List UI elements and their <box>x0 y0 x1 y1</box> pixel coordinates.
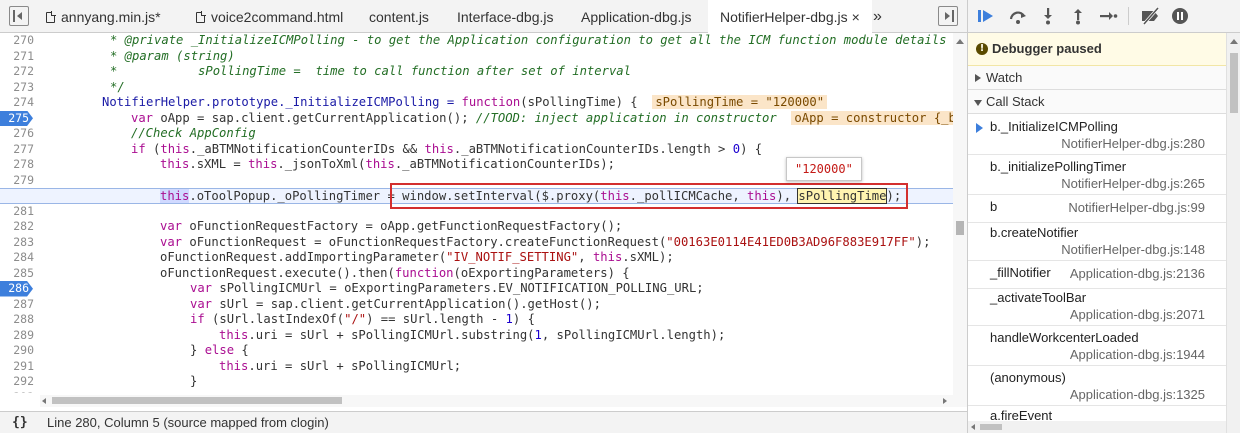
code-line-282: var oFunctionRequestFactory = oApp.getFu… <box>160 219 623 233</box>
call-frame[interactable]: (anonymous) Application-dbg.js:1325 <box>968 366 1226 406</box>
toggle-debugger-icon[interactable] <box>938 6 958 26</box>
code-line-292: } <box>190 374 198 388</box>
watch-section-header[interactable]: Watch <box>968 66 1226 90</box>
collapse-triangle-icon <box>974 100 982 106</box>
tab-application-dbg[interactable]: Application-dbg.js <box>581 0 692 33</box>
step-into-icon[interactable] <box>1038 7 1058 25</box>
code-line-272: * sPollingTime = time to call function a… <box>110 64 631 78</box>
info-icon: ! <box>976 43 988 55</box>
tab-voice2command[interactable]: voice2command.html <box>196 0 343 33</box>
callstack-horizontal-scrollbar[interactable] <box>968 421 1226 433</box>
debugger-sidebar: ! Debugger paused Watch Call Stack b._In… <box>967 0 1240 433</box>
call-frame[interactable]: b._InitializeICMPolling NotifierHelper-d… <box>968 115 1226 155</box>
scroll-up-icon[interactable] <box>956 39 964 44</box>
file-icon <box>46 11 56 23</box>
code-line-286: var sPollingICMUrl = oExportingParameter… <box>190 281 704 295</box>
code-line-271: * @param (string) <box>110 48 235 63</box>
tab-notifierhelper-dbg[interactable]: NotifierHelper-dbg.js × <box>708 0 872 34</box>
more-tabs-icon[interactable]: » <box>873 0 882 33</box>
editor-horizontal-scrollbar[interactable] <box>40 395 953 407</box>
step-out-icon[interactable] <box>1068 7 1088 25</box>
step-over-icon[interactable] <box>1008 7 1028 25</box>
file-icon <box>196 11 206 23</box>
current-frame-arrow-icon <box>976 123 983 133</box>
code-line-278: this.sXML = this._jsonToXml(this._aBTMNo… <box>160 157 615 171</box>
code-line-276: //Check AppConfig <box>131 126 256 140</box>
code-line-284: oFunctionRequest.addImportingParameter("… <box>160 250 674 264</box>
scroll-thumb[interactable] <box>52 397 342 404</box>
tab-annyang[interactable]: annyang.min.js* <box>46 0 161 33</box>
code-line-277: if (this._aBTMNotificationCounterIDs && … <box>131 141 763 156</box>
code-line-288: if (sUrl.lastIndexOf("/") == sUrl.length… <box>190 312 535 326</box>
call-frame[interactable]: b._initializePollingTimer NotifierHelper… <box>968 155 1226 195</box>
code-line-287: var sUrl = sap.client.getCurrentApplicat… <box>190 296 601 311</box>
code-line-270: * @private _InitializeICMPolling - to ge… <box>110 33 962 47</box>
editor-tab-bar: annyang.min.js* voice2command.html conte… <box>0 0 967 34</box>
code-line-290: } else { <box>190 343 249 357</box>
call-frame[interactable]: a.fireEvent <box>968 406 1226 422</box>
call-frame[interactable]: b.createNotifier NotifierHelper-dbg.js:1… <box>968 221 1226 261</box>
tab-content-js[interactable]: content.js <box>369 0 429 33</box>
tab-interface-dbg[interactable]: Interface-dbg.js <box>457 0 554 33</box>
editor-vertical-scrollbar[interactable] <box>953 33 967 407</box>
code-line-283: var oFunctionRequest = oFunctionRequestF… <box>160 234 931 249</box>
debugger-paused-banner: ! Debugger paused <box>968 33 1226 66</box>
inline-value-oapp: oApp = constructor {_bu <box>791 110 967 125</box>
expand-triangle-icon <box>975 74 981 82</box>
scroll-left-icon[interactable] <box>42 398 46 404</box>
toolbar-divider <box>1128 7 1129 25</box>
code-line-289: this.uri = sUrl + sPollingICMUrl.substri… <box>219 327 726 342</box>
scroll-thumb[interactable] <box>956 221 964 235</box>
call-frame[interactable]: b NotifierHelper-dbg.js:99 <box>968 195 1226 223</box>
code-line-291: this.uri = sUrl + sPollingICMUrl; <box>219 358 462 373</box>
editor-pane: annyang.min.js* voice2command.html conte… <box>0 0 967 433</box>
scroll-thumb[interactable] <box>980 424 1002 430</box>
close-icon[interactable]: × <box>852 9 860 25</box>
resume-icon[interactable] <box>976 7 996 25</box>
highlight-box <box>390 183 908 209</box>
code-line-274: NotifierHelper.prototype._InitializeICMP… <box>102 95 828 111</box>
call-stack-section-header[interactable]: Call Stack <box>968 90 1226 114</box>
scroll-up-icon[interactable] <box>1230 39 1238 44</box>
cursor-position: Line 280, Column 5 (source mapped from c… <box>47 415 329 430</box>
call-frame[interactable]: _fillNotifier Application-dbg.js:2136 <box>968 261 1226 289</box>
deactivate-breakpoints-icon[interactable] <box>1140 7 1160 25</box>
scroll-right-icon[interactable] <box>943 398 947 404</box>
status-bar: {} Line 280, Column 5 (source mapped fro… <box>0 411 967 433</box>
call-frame[interactable]: _activateToolBar Application-dbg.js:2071 <box>968 286 1226 326</box>
scroll-left-icon[interactable] <box>971 424 975 430</box>
call-frame[interactable]: handleWorkcenterLoaded Application-dbg.j… <box>968 326 1226 366</box>
toggle-navigator-icon[interactable] <box>9 6 29 26</box>
code-line-285: oFunctionRequest.execute().then(function… <box>160 265 630 280</box>
scroll-thumb[interactable] <box>1230 53 1238 113</box>
pretty-print-icon[interactable]: {} <box>12 412 28 433</box>
code-line-273: */ <box>110 79 125 94</box>
code-line-275: var oApp = sap.client.getCurrentApplicat… <box>131 110 967 127</box>
debugger-toolbar <box>968 0 1240 33</box>
pause-on-exceptions-icon[interactable] <box>1170 7 1190 25</box>
debugger-vertical-scrollbar[interactable] <box>1226 33 1240 433</box>
value-tooltip: "120000" <box>786 157 862 181</box>
code-editor[interactable]: 2702712722732742752762772782792802812822… <box>0 33 967 393</box>
inline-value-spollingtime: sPollingTime = "120000" <box>652 95 828 109</box>
step-icon[interactable] <box>1098 7 1118 25</box>
